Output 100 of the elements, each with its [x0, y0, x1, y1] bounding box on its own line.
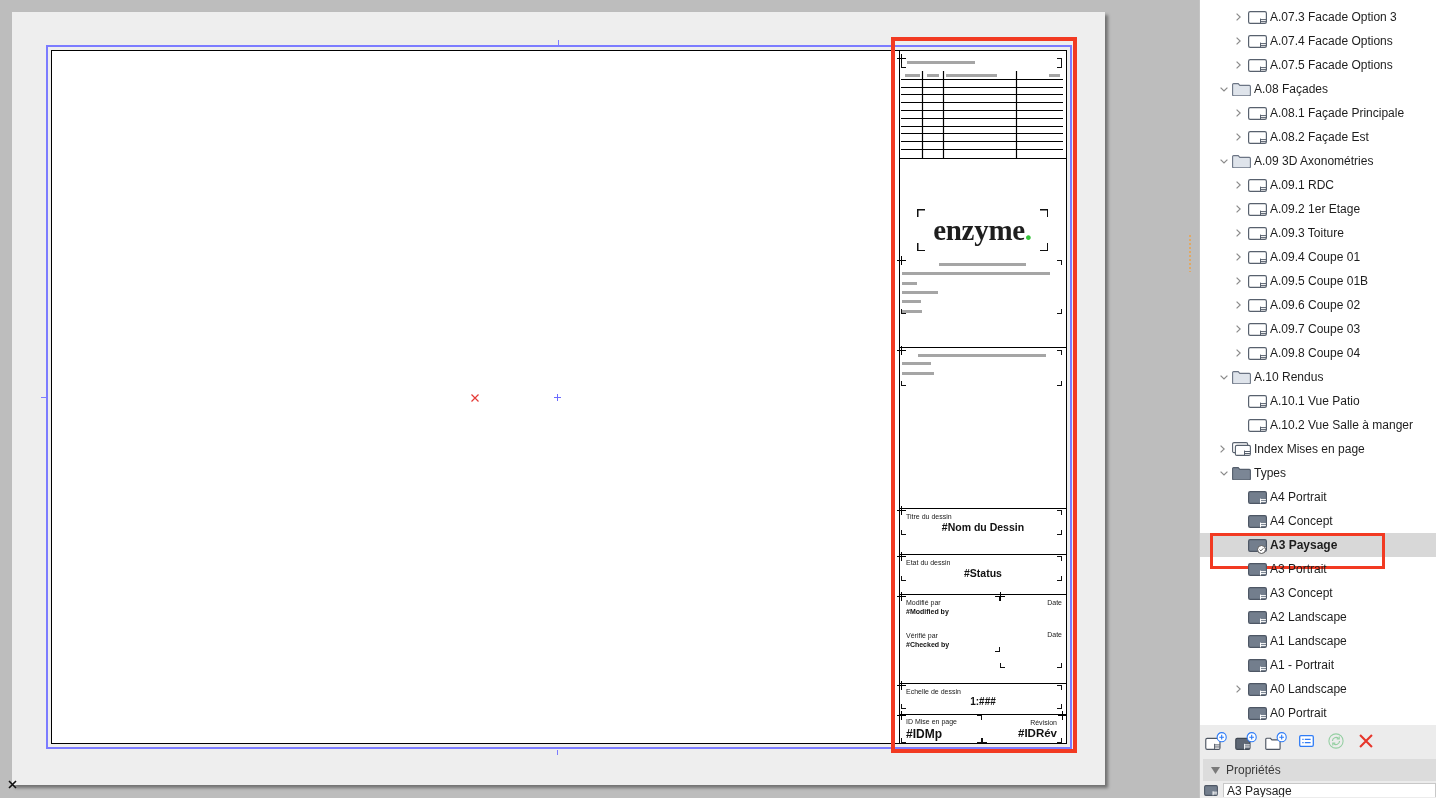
dashed-mark-icon [1189, 235, 1191, 272]
chevron-down-icon[interactable] [1220, 374, 1228, 380]
tree-item[interactable]: A.09.5 Coupe 01B [1200, 269, 1436, 293]
tree-item[interactable]: A.08 Façades [1200, 77, 1436, 101]
chevron-down-icon[interactable] [1220, 158, 1228, 164]
sheet-icon [1248, 130, 1267, 144]
sheet-icon [1248, 394, 1267, 408]
tree-item[interactable]: A.09 3D Axonométries [1200, 149, 1436, 173]
tree-item[interactable]: A.08.1 Façade Principale [1200, 101, 1436, 125]
field-value: #IDRév [1018, 727, 1057, 740]
x-icon [1359, 734, 1373, 748]
filled-sheet-icon [1248, 706, 1267, 720]
logo-wordmark: enzyme. [933, 215, 1032, 245]
sheet-icon [1248, 322, 1267, 336]
filled-sheet-plus-icon [1235, 732, 1257, 750]
chevron-right-icon[interactable] [1236, 13, 1241, 21]
chevron-right-icon[interactable] [1236, 133, 1241, 141]
tree-item[interactable]: A4 Concept [1200, 509, 1436, 533]
x-mark-icon [8, 780, 17, 789]
chevron-right-icon[interactable] [1236, 301, 1241, 309]
tree-item[interactable]: A4 Portrait [1200, 485, 1436, 509]
greeked-text-bar [902, 362, 931, 365]
chevron-right-icon[interactable] [1236, 349, 1241, 357]
chevron-right-icon[interactable] [1236, 685, 1241, 693]
sheet-icon [1248, 202, 1267, 216]
sheet-icon [1248, 226, 1267, 240]
greeked-text-bar [902, 300, 921, 303]
chevron-right-icon[interactable] [1236, 205, 1241, 213]
tree-item[interactable]: A2 Landscape [1200, 605, 1436, 629]
tree-item[interactable]: A.10.2 Vue Salle à manger [1200, 413, 1436, 437]
tree-item[interactable]: A.08.2 Façade Est [1200, 125, 1436, 149]
sheet-icon [1248, 58, 1267, 72]
sheet-icon [1248, 178, 1267, 192]
filled-sheet-icon [1248, 586, 1267, 600]
chevron-right-icon[interactable] [1236, 325, 1241, 333]
chevron-right-icon[interactable] [1236, 229, 1241, 237]
field-value: 1:### [970, 696, 996, 708]
folder-icon [1232, 370, 1251, 384]
x-mark-icon [471, 394, 479, 402]
toolbar-button[interactable] [1234, 729, 1258, 753]
tree-item[interactable]: A.09.3 Toiture [1200, 221, 1436, 245]
refresh-icon [1328, 733, 1344, 749]
toolbar-button[interactable] [1204, 729, 1228, 753]
stacked-sheets-icon [1232, 442, 1251, 456]
chevron-right-icon[interactable] [1236, 181, 1241, 189]
tree-item[interactable]: A.09.2 1er Etage [1200, 197, 1436, 221]
chevron-down-icon[interactable] [1220, 470, 1228, 476]
filled-sheet-icon [1248, 634, 1267, 648]
filled-sheet-icon [1248, 562, 1267, 576]
sheet-icon [1248, 250, 1267, 264]
folder-icon [1232, 466, 1251, 480]
name-field[interactable]: A3 Paysage [1223, 783, 1436, 797]
sheet-icon [1248, 298, 1267, 312]
chevron-down-icon[interactable] [1220, 86, 1228, 92]
folder-icon [1232, 154, 1251, 168]
greeked-text-bar [902, 291, 938, 294]
chevron-right-icon[interactable] [1220, 445, 1225, 453]
tree-item[interactable]: A1 Landscape [1200, 629, 1436, 653]
tree-item[interactable]: A1 - Portrait [1200, 653, 1436, 677]
filled-sheet-icon [1248, 658, 1267, 672]
field-value: #Status [964, 567, 1002, 579]
tree-item[interactable]: A.07.5 Facade Options [1200, 53, 1436, 77]
greeked-text-bar [907, 61, 975, 64]
tree-item[interactable]: A.09.1 RDC [1200, 173, 1436, 197]
toolbar-button[interactable] [1264, 729, 1288, 753]
chevron-right-icon[interactable] [1236, 253, 1241, 261]
field-value: #IDMp [906, 727, 942, 741]
chevron-right-icon[interactable] [1236, 61, 1241, 69]
tree-item[interactable]: A.07.3 Facade Option 3 [1200, 5, 1436, 29]
tree-item[interactable]: Index Mises en page [1200, 437, 1436, 461]
list-icon [1298, 735, 1314, 747]
tree-item[interactable]: A3 Concept [1200, 581, 1436, 605]
properties-header[interactable]: Propriétés [1203, 759, 1436, 781]
tree-item[interactable]: A.10.1 Vue Patio [1200, 389, 1436, 413]
greeked-text-bar [902, 372, 934, 375]
plus-mark-icon [554, 394, 561, 401]
tree-item[interactable]: A.09.6 Coupe 02 [1200, 293, 1436, 317]
filled-sheet-icon [1248, 514, 1267, 528]
folder-icon [1232, 82, 1251, 96]
sheet-icon [1248, 274, 1267, 288]
tree-item[interactable]: A.09.4 Coupe 01 [1200, 245, 1436, 269]
tree-item[interactable]: A0 Landscape [1200, 677, 1436, 701]
tree-item[interactable]: A.07.4 Facade Options [1200, 29, 1436, 53]
folder-plus-icon [1265, 732, 1287, 750]
filled-sheet-icon [1204, 784, 1218, 796]
sheet-icon [1248, 106, 1267, 120]
sheet-icon [1248, 418, 1267, 432]
sheet-icon [1248, 34, 1267, 48]
field-value: #Nom du Dessin [941, 521, 1025, 533]
tree-item[interactable]: A.09.8 Coupe 04 [1200, 341, 1436, 365]
sheet-plus-icon [1205, 732, 1227, 750]
chevron-right-icon[interactable] [1236, 109, 1241, 117]
chevron-right-icon[interactable] [1236, 277, 1241, 285]
tree-item[interactable]: Types [1200, 461, 1436, 485]
sheet-icon [1248, 346, 1267, 360]
tree-item[interactable]: A.10 Rendus [1200, 365, 1436, 389]
filled-sheet-icon [1248, 610, 1267, 624]
tree-item[interactable]: A0 Portrait [1200, 701, 1436, 725]
tree-item[interactable]: A.09.7 Coupe 03 [1200, 317, 1436, 341]
chevron-right-icon[interactable] [1236, 37, 1241, 45]
